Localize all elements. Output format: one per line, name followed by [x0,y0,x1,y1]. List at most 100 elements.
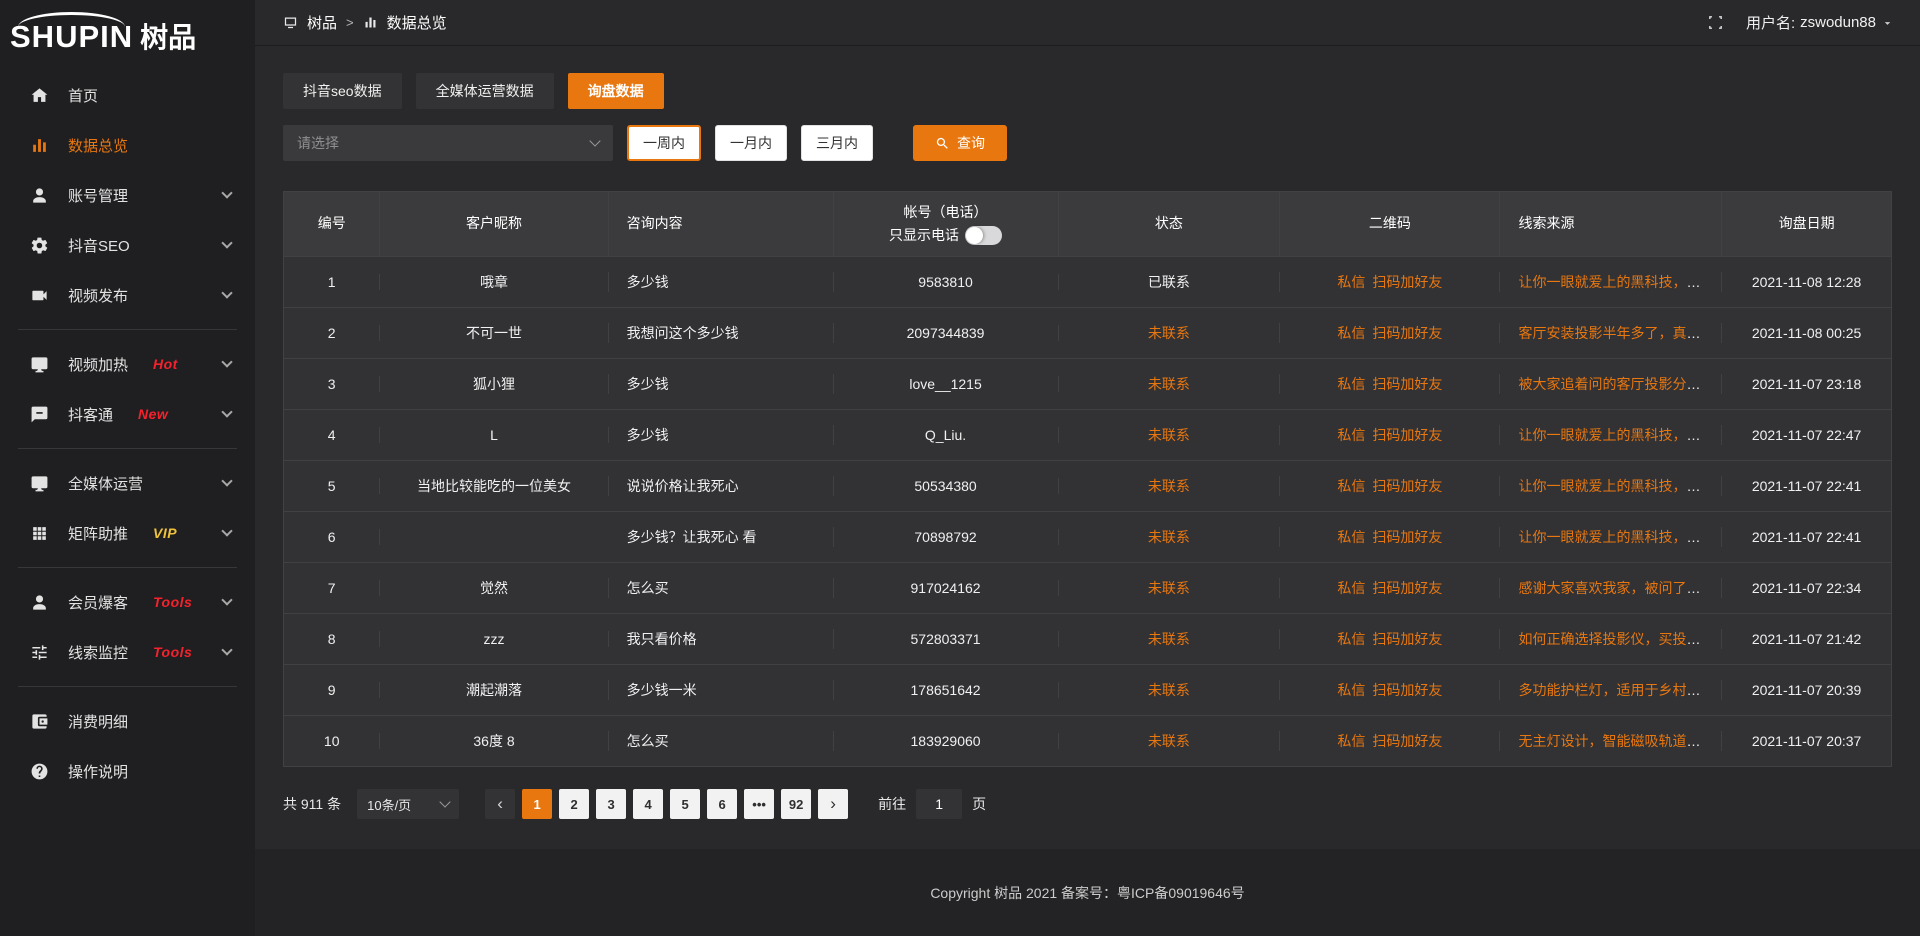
next-page-button[interactable]: › [818,789,848,819]
source-link[interactable]: 让你一眼就爱上的黑科技，能... [1518,478,1712,494]
sidebar-item-douyin-seo[interactable]: 抖音SEO [0,220,255,270]
qr-link[interactable]: 私信 [1337,580,1365,596]
sidebar-item-video-heat[interactable]: 视频加热Hot [0,339,255,389]
page-goto: 前往 页 [878,789,986,819]
sidebar-item-data-overview[interactable]: 数据总览 [0,120,255,170]
tab-button[interactable]: 全媒体运营数据 [416,73,554,109]
sidebar-item-operation-help[interactable]: 操作说明 [0,746,255,796]
sidebar-item-home[interactable]: 首页 [0,70,255,120]
cell-qr: 私信扫码加好友 [1280,272,1500,292]
qr-link[interactable]: 扫码加好友 [1372,580,1442,596]
qr-link[interactable]: 扫码加好友 [1372,325,1442,341]
cell-date: 2021-11-07 22:41 [1722,529,1891,545]
page-size-select[interactable]: 10条/页 [357,789,459,819]
sidebar-item-video-publish[interactable]: 视频发布 [0,270,255,320]
cell-status: 未联系 [1059,476,1281,496]
cell-account: 2097344839 [834,325,1059,341]
sidebar-item-clue-monitor[interactable]: 线索监控Tools [0,627,255,677]
sidebar-item-label: 全媒体运营 [68,473,143,494]
table-body: 1哦章多少钱9583810已联系私信扫码加好友让你一眼就爱上的黑科技，能...2… [284,256,1891,766]
filter-select[interactable]: 请选择 [283,125,613,161]
page-button[interactable]: 4 [633,789,663,819]
qr-link[interactable]: 私信 [1337,478,1365,494]
sidebar-item-label: 视频加热 [68,354,128,375]
goto-page-input[interactable] [916,789,962,819]
page-button[interactable]: 3 [596,789,626,819]
page-button[interactable]: 5 [670,789,700,819]
sidebar: SHUPIN 树品 首页数据总览账号管理抖音SEO 视频发布视频加热Hot抖客通N… [0,0,255,936]
user-dropdown[interactable]: 用户名: zswodun88 [1746,12,1894,33]
sidebar-item-badge: New [138,406,168,422]
qr-link[interactable]: 私信 [1337,376,1365,392]
qr-link[interactable]: 扫码加好友 [1372,376,1442,392]
source-link[interactable]: 让你一眼就爱上的黑科技，能... [1518,427,1712,443]
table-row: 5当地比较能吃的一位美女说说价格让我死心50534380未联系私信扫码加好友让你… [284,460,1891,511]
sidebar-item-matrix-boost[interactable]: 矩阵助推VIP [0,508,255,558]
table-row: 9潮起潮落多少钱一米178651642未联系私信扫码加好友多功能护栏灯，适用于乡… [284,664,1891,715]
tab-button[interactable]: 询盘数据 [568,73,664,109]
qr-link[interactable]: 扫码加好友 [1372,733,1442,749]
qr-link[interactable]: 私信 [1337,682,1365,698]
qr-link[interactable]: 扫码加好友 [1372,529,1442,545]
chat-icon [30,405,49,424]
query-button-label: 查询 [957,133,985,153]
cell-num: 2 [284,325,380,341]
qr-link[interactable]: 私信 [1337,631,1365,647]
qr-link[interactable]: 扫码加好友 [1372,682,1442,698]
tab-button[interactable]: 抖音seo数据 [283,73,402,109]
sidebar-item-account-manage[interactable]: 账号管理 [0,170,255,220]
qr-link[interactable]: 扫码加好友 [1372,427,1442,443]
sidebar-item-consume-detail[interactable]: 消费明细 [0,696,255,746]
logo-suffix: 树品 [140,24,196,52]
cell-num: 9 [284,682,380,698]
source-link[interactable]: 被大家追着问的客厅投影分享... [1518,376,1712,392]
source-link[interactable]: 让你一眼就爱上的黑科技，能... [1518,529,1712,545]
menu-divider [18,686,237,687]
period-button[interactable]: 三月内 [801,125,873,161]
column-header-label: 咨询内容 [627,214,815,234]
breadcrumb-page[interactable]: 数据总览 [387,12,447,33]
sidebar-item-member-burst[interactable]: 会员爆客Tools [0,577,255,627]
cell-status: 未联系 [1059,425,1281,445]
source-link[interactable]: 如何正确选择投影仪，买投影... [1518,631,1712,647]
page-button[interactable]: 92 [781,789,811,819]
main-column: 树品 > 数据总览 用户名: zswodun88 抖音seo数据全媒体运营数据询… [255,0,1920,936]
qr-link[interactable]: 私信 [1337,274,1365,290]
phone-only-label: 只显示电话 [889,225,959,245]
column-header-nickname: 客户昵称 [380,192,608,256]
page-button[interactable]: 2 [559,789,589,819]
qr-link[interactable]: 扫码加好友 [1372,274,1442,290]
page-button[interactable]: 1 [522,789,552,819]
qr-link[interactable]: 私信 [1337,427,1365,443]
source-link[interactable]: 多功能护栏灯，适用于乡村文... [1518,682,1712,698]
cell-status: 未联系 [1059,374,1281,394]
breadcrumb-app[interactable]: 树品 [307,12,337,33]
source-link[interactable]: 客厅安装投影半年多了，真实... [1518,325,1712,341]
phone-only-toggle[interactable] [965,226,1002,245]
table-row: 7觉然怎么买917024162未联系私信扫码加好友感谢大家喜欢我家，被问了好..… [284,562,1891,613]
cell-qr: 私信扫码加好友 [1280,731,1500,751]
fullscreen-icon[interactable] [1707,14,1724,31]
sidebar-item-media-operation[interactable]: 全媒体运营 [0,458,255,508]
cell-account: 50534380 [834,478,1059,494]
tab-bar: 抖音seo数据全媒体运营数据询盘数据 [283,73,1892,109]
query-button[interactable]: 查询 [913,125,1007,161]
qr-link[interactable]: 私信 [1337,325,1365,341]
page-ellipsis-button[interactable]: ••• [744,789,774,819]
source-link[interactable]: 无主灯设计，智能磁吸轨道灯... [1518,733,1712,749]
qr-link[interactable]: 扫码加好友 [1372,631,1442,647]
sidebar-item-label: 会员爆客 [68,592,128,613]
qr-link[interactable]: 扫码加好友 [1372,478,1442,494]
sidebar-item-label: 抖音SEO [68,235,130,256]
qr-link[interactable]: 私信 [1337,733,1365,749]
qr-link[interactable]: 私信 [1337,529,1365,545]
prev-page-button[interactable]: ‹ [485,789,515,819]
sidebar-item-douketong[interactable]: 抖客通New [0,389,255,439]
period-button[interactable]: 一月内 [715,125,787,161]
source-link[interactable]: 让你一眼就爱上的黑科技，能... [1518,274,1712,290]
table-row: 4L多少钱Q_Liu.未联系私信扫码加好友让你一眼就爱上的黑科技，能...202… [284,409,1891,460]
page-button[interactable]: 6 [707,789,737,819]
brand-logo[interactable]: SHUPIN 树品 [0,0,255,58]
source-link[interactable]: 感谢大家喜欢我家，被问了好... [1518,580,1712,596]
period-button[interactable]: 一周内 [627,125,701,161]
